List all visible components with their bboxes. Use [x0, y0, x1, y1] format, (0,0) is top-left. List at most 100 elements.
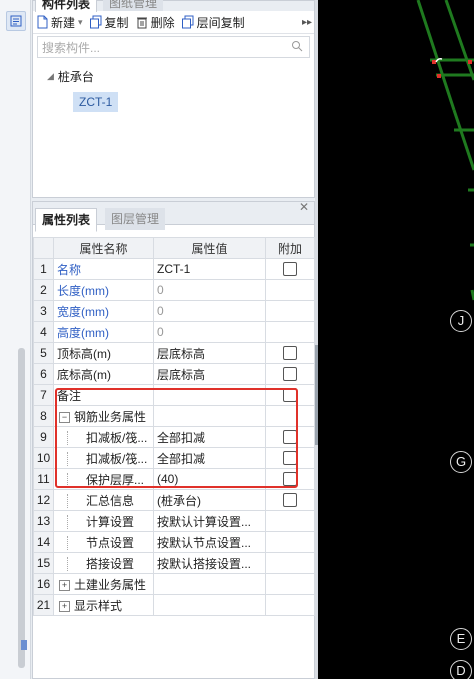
component-tree: ◢ 桩承台 ZCT-1	[33, 60, 314, 112]
property-name-cell[interactable]: 计算设置	[53, 510, 154, 532]
component-search-input[interactable]: 搜索构件...	[37, 36, 310, 58]
property-value[interactable]: 全部扣减	[153, 426, 266, 448]
table-row[interactable]: 5 顶标高(m) 层底标高	[33, 342, 315, 364]
tab-component-list[interactable]: 构件列表	[35, 0, 98, 12]
property-name: 保护层厚...	[86, 472, 145, 487]
dropdown-icon[interactable]: ▾	[78, 17, 83, 28]
property-value[interactable]: 层底标高	[153, 342, 266, 364]
table-row[interactable]: 15 搭接设置 按默认搭接设置...	[33, 552, 315, 574]
tree-indent	[67, 473, 86, 488]
header-extra: 附加	[265, 237, 315, 259]
collapse-icon[interactable]: −	[59, 411, 70, 423]
expand-icon[interactable]: +	[59, 600, 70, 612]
extra-checkbox[interactable]	[283, 472, 297, 487]
table-row[interactable]: 12 汇总信息 (桩承台)	[33, 489, 315, 511]
property-name-cell[interactable]: 底标高(m)	[53, 363, 154, 385]
property-value[interactable]	[153, 405, 266, 427]
table-row[interactable]: 2 长度(mm) 0	[33, 279, 315, 301]
property-name-cell[interactable]: 汇总信息	[53, 489, 154, 511]
copy-button[interactable]: 复制	[89, 14, 129, 31]
extra-cell	[265, 489, 315, 511]
property-name-cell[interactable]: 保护层厚...	[53, 468, 154, 490]
drawing-canvas[interactable]: J G E D	[318, 0, 474, 679]
extra-checkbox[interactable]	[283, 451, 297, 466]
left-toolstrip	[0, 0, 31, 679]
table-row[interactable]: 10 扣减板/筏... 全部扣减	[33, 447, 315, 469]
extra-checkbox[interactable]	[283, 262, 297, 277]
table-row[interactable]: 16 + 土建业务属性	[33, 573, 315, 595]
table-row[interactable]: 9 扣减板/筏... 全部扣减	[33, 426, 315, 448]
table-row[interactable]: 14 节点设置 按默认节点设置...	[33, 531, 315, 553]
extra-checkbox[interactable]	[283, 430, 297, 445]
property-name-cell[interactable]: 扣减板/筏...	[53, 447, 154, 469]
extra-cell	[265, 510, 315, 532]
property-value[interactable]: 按默认计算设置...	[153, 510, 266, 532]
extra-checkbox[interactable]	[283, 367, 297, 382]
property-name: 节点设置	[86, 535, 135, 550]
property-name-cell[interactable]: 备注	[53, 384, 154, 406]
property-value[interactable]: 层底标高	[153, 363, 266, 385]
expand-icon[interactable]: +	[59, 579, 70, 591]
property-value[interactable]: (40)	[153, 468, 266, 490]
tree-item-zct-1[interactable]: ZCT-1	[73, 92, 119, 112]
left-scrollbar[interactable]	[18, 348, 25, 668]
table-row[interactable]: 21 + 显示样式	[33, 594, 315, 616]
property-name-cell[interactable]: 长度(mm)	[53, 279, 154, 301]
property-name-cell[interactable]: 高度(mm)	[53, 321, 154, 343]
axis-label-e: E	[450, 628, 472, 650]
property-name-cell[interactable]: 搭接设置	[53, 552, 154, 574]
tree-root-label: 桩承台	[57, 69, 94, 84]
property-name-cell[interactable]: 扣减板/筏...	[53, 426, 154, 448]
more-icon[interactable]: ▸▸	[302, 17, 312, 28]
tab-property-list[interactable]: 属性列表	[35, 208, 98, 232]
property-value[interactable]: (桩承台)	[153, 489, 266, 511]
property-value[interactable]: 0	[153, 321, 266, 343]
table-row[interactable]: 4 高度(mm) 0	[33, 321, 315, 343]
left-marker	[21, 640, 27, 650]
table-row[interactable]: 6 底标高(m) 层底标高	[33, 363, 315, 385]
property-value[interactable]: 0	[153, 300, 266, 322]
delete-button[interactable]: 删除	[135, 14, 175, 31]
property-name-cell[interactable]: 顶标高(m)	[53, 342, 154, 364]
row-number: 5	[33, 342, 54, 364]
property-value[interactable]	[153, 594, 266, 616]
extra-checkbox[interactable]	[283, 388, 297, 403]
expand-icon[interactable]: ◢	[47, 71, 54, 82]
layer-copy-button[interactable]: 层间复制	[181, 14, 245, 31]
property-value[interactable]: 全部扣减	[153, 447, 266, 469]
row-number: 11	[33, 468, 54, 490]
property-name-cell[interactable]: + 显示样式	[53, 594, 154, 616]
row-number: 3	[33, 300, 54, 322]
property-value[interactable]	[153, 384, 266, 406]
tab-drawing-management[interactable]: 图纸管理	[103, 0, 164, 11]
row-number: 9	[33, 426, 54, 448]
extra-cell	[265, 447, 315, 469]
property-value[interactable]: 按默认节点设置...	[153, 531, 266, 553]
table-row[interactable]: 8− 钢筋业务属性	[33, 405, 315, 427]
close-icon[interactable]: ✕	[299, 200, 309, 214]
tab-layer-management[interactable]: 图层管理	[105, 208, 166, 230]
property-value[interactable]	[153, 573, 266, 595]
property-list-panel: ✕ 属性列表 图层管理 属性名称 属性值 附加 1 名称 ZCT-1 2 长度(mm) 0…	[32, 200, 315, 679]
property-value[interactable]: 0	[153, 279, 266, 301]
tree-indent	[67, 431, 86, 446]
property-name: 宽度(mm)	[57, 304, 109, 319]
tree-node-pile-cap[interactable]: ◢ 桩承台	[47, 66, 314, 86]
property-name-cell[interactable]: − 钢筋业务属性	[53, 405, 154, 427]
property-name-cell[interactable]: 名称	[53, 258, 154, 280]
new-button[interactable]: 新建 ▾	[35, 14, 83, 31]
table-row[interactable]: 3 宽度(mm) 0	[33, 300, 315, 322]
list-view-icon[interactable]	[6, 11, 26, 31]
property-name-cell[interactable]: 宽度(mm)	[53, 300, 154, 322]
property-name: 底标高(m)	[57, 367, 111, 382]
extra-checkbox[interactable]	[283, 493, 297, 508]
property-value[interactable]: ZCT-1	[153, 258, 266, 280]
table-row[interactable]: 1 名称 ZCT-1	[33, 258, 315, 280]
table-row[interactable]: 11 保护层厚... (40)	[33, 468, 315, 490]
table-row[interactable]: 13 计算设置 按默认计算设置...	[33, 510, 315, 532]
extra-checkbox[interactable]	[283, 346, 297, 361]
table-row[interactable]: 7 备注	[33, 384, 315, 406]
property-name-cell[interactable]: 节点设置	[53, 531, 154, 553]
property-name-cell[interactable]: + 土建业务属性	[53, 573, 154, 595]
property-value[interactable]: 按默认搭接设置...	[153, 552, 266, 574]
